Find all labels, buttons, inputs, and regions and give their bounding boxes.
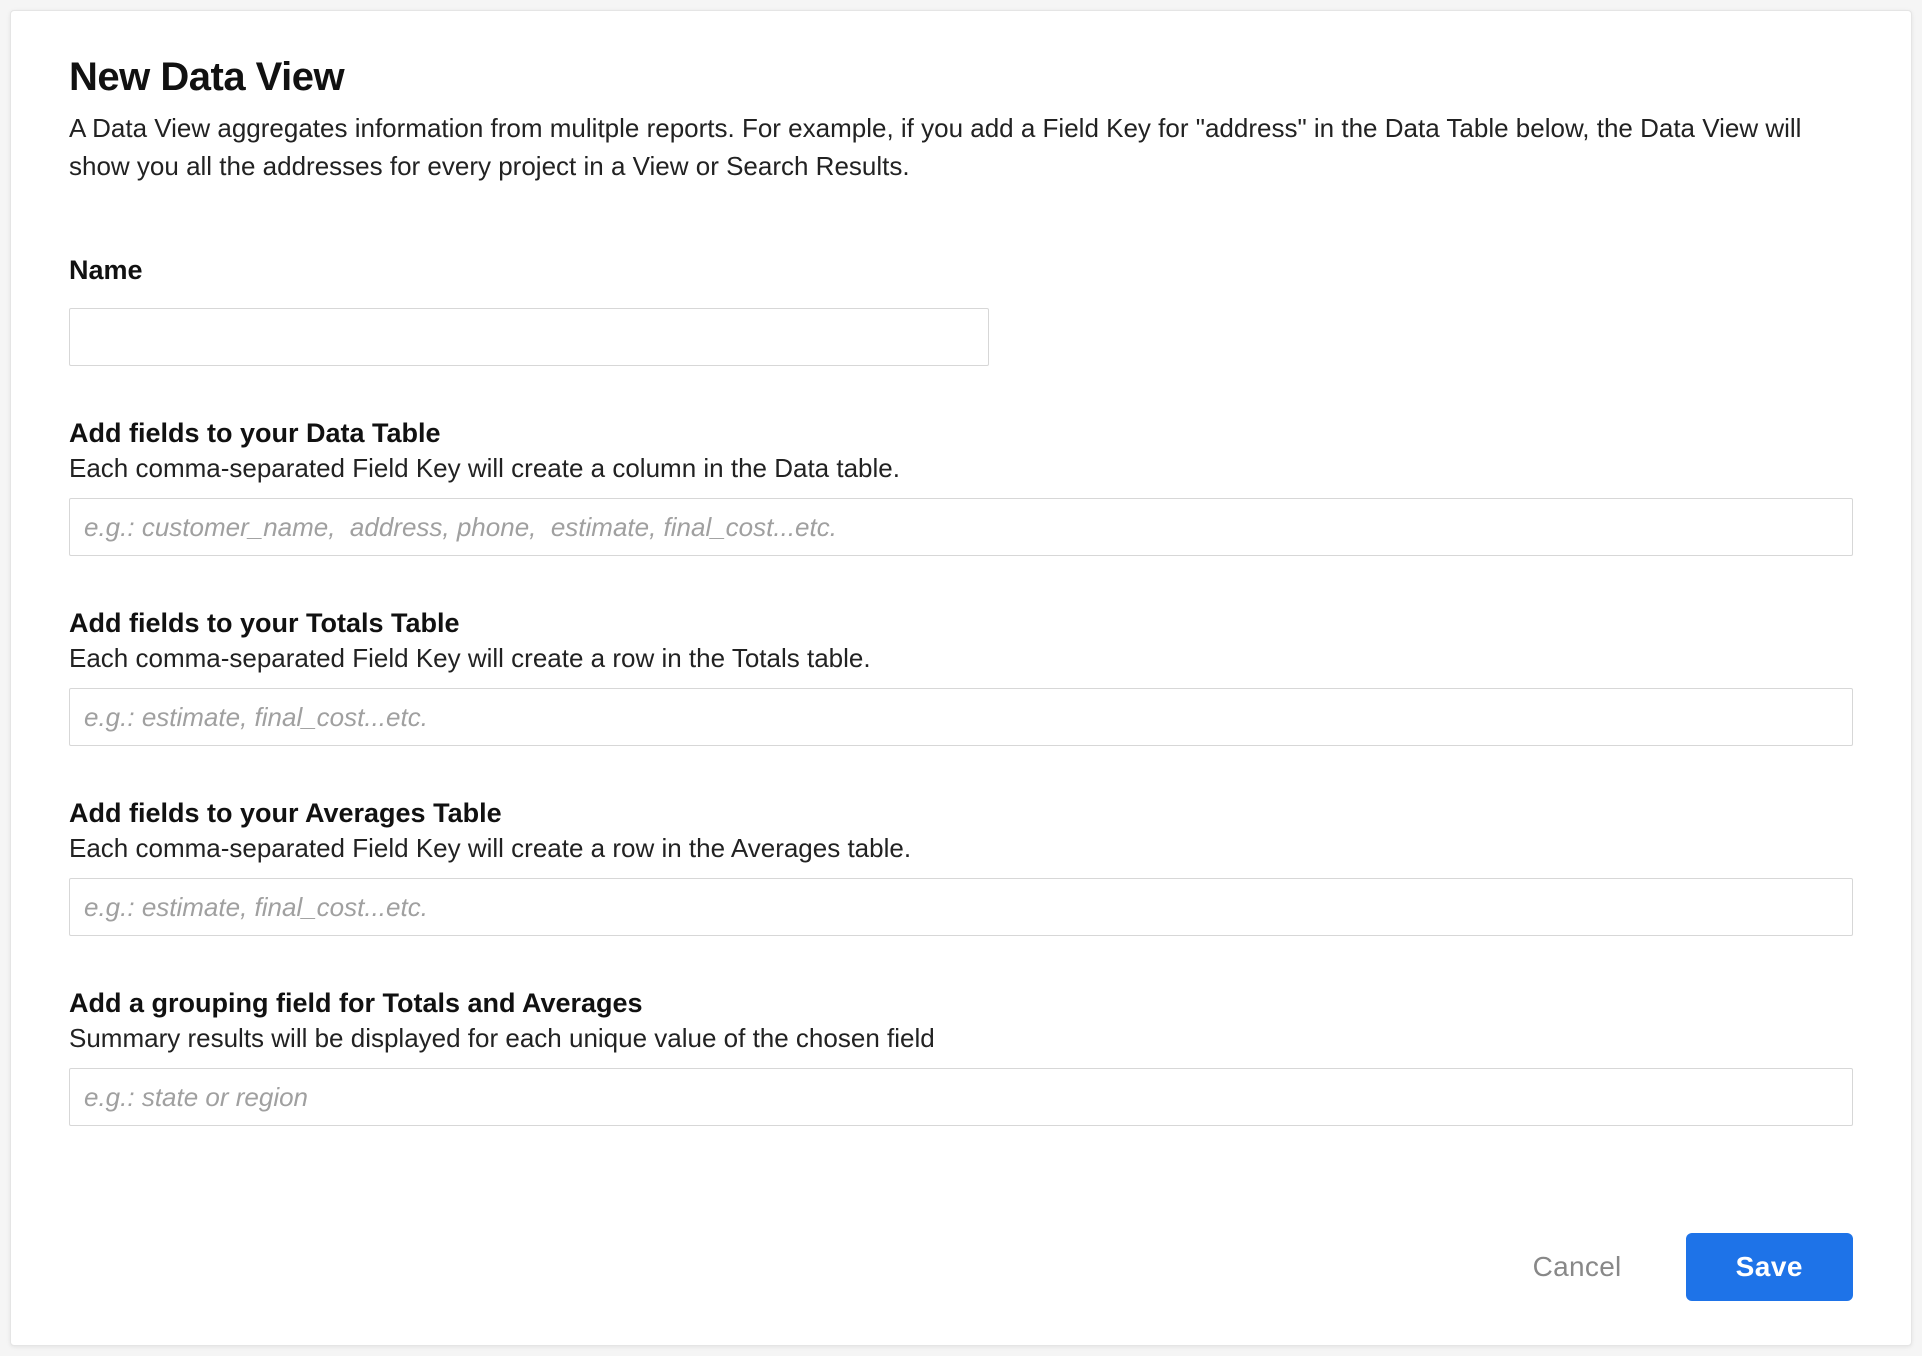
name-label: Name — [69, 255, 1853, 286]
page-subtitle: A Data View aggregates information from … — [69, 110, 1829, 185]
grouping-help: Summary results will be displayed for ea… — [69, 1023, 1853, 1054]
totals-table-fields-input[interactable] — [69, 688, 1853, 746]
name-input[interactable] — [69, 308, 989, 366]
averages-table-field-block: Add fields to your Averages Table Each c… — [69, 798, 1853, 936]
averages-table-help: Each comma-separated Field Key will crea… — [69, 833, 1853, 864]
averages-table-label: Add fields to your Averages Table — [69, 798, 1853, 829]
grouping-label: Add a grouping field for Totals and Aver… — [69, 988, 1853, 1019]
cancel-button[interactable]: Cancel — [1523, 1243, 1632, 1291]
data-table-fields-input[interactable] — [69, 498, 1853, 556]
totals-table-help: Each comma-separated Field Key will crea… — [69, 643, 1853, 674]
data-table-help: Each comma-separated Field Key will crea… — [69, 453, 1853, 484]
grouping-field-block: Add a grouping field for Totals and Aver… — [69, 988, 1853, 1126]
averages-table-fields-input[interactable] — [69, 878, 1853, 936]
data-table-field-block: Add fields to your Data Table Each comma… — [69, 418, 1853, 556]
save-button[interactable]: Save — [1686, 1233, 1853, 1301]
page-title: New Data View — [69, 55, 1853, 100]
name-field-block: Name — [69, 255, 1853, 366]
grouping-field-input[interactable] — [69, 1068, 1853, 1126]
data-table-label: Add fields to your Data Table — [69, 418, 1853, 449]
totals-table-label: Add fields to your Totals Table — [69, 608, 1853, 639]
dialog-footer: Cancel Save — [1523, 1233, 1853, 1301]
new-data-view-dialog: New Data View A Data View aggregates inf… — [10, 10, 1912, 1346]
totals-table-field-block: Add fields to your Totals Table Each com… — [69, 608, 1853, 746]
